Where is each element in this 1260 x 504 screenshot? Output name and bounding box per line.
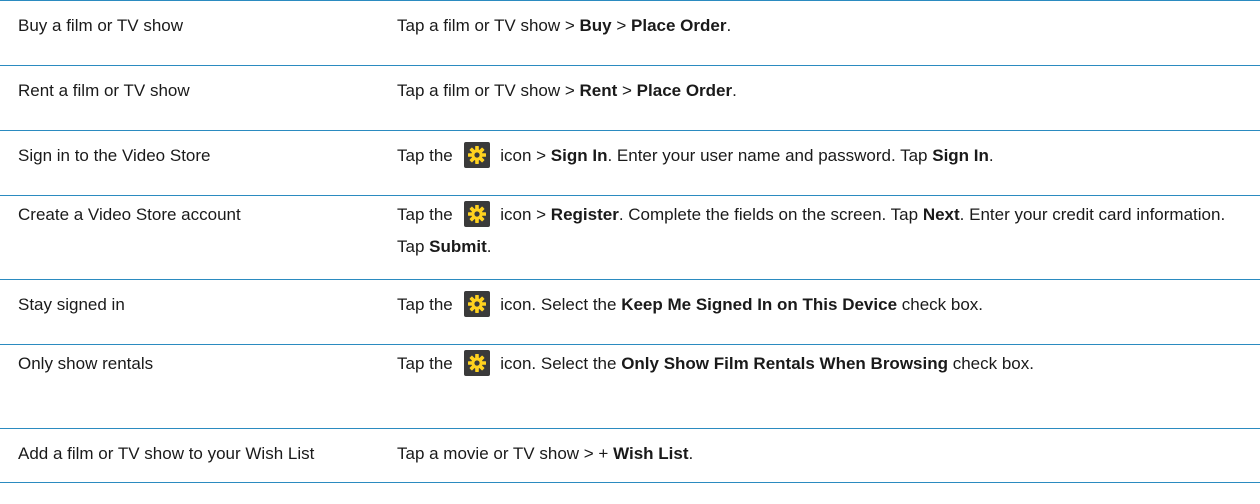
task-cell: Add a film or TV show to your Wish List (18, 444, 315, 463)
step-text: . Enter your user name and password. Tap (607, 146, 933, 165)
ui-label-bold: Submit (429, 237, 487, 256)
gear-icon (463, 350, 490, 376)
ui-label-bold: Place Order (631, 16, 727, 35)
step-text: . (732, 81, 737, 100)
step-text: check box. (897, 295, 984, 314)
table-row: Only show rentals Tap the icon. Select th… (0, 345, 1260, 429)
table-row: Buy a film or TV show Tap a film or TV sh… (0, 1, 1260, 66)
ui-label-bold: Sign In (932, 146, 989, 165)
step-text: Tap a movie or TV show > + (397, 444, 614, 463)
table-row: Stay signed in Tap the icon. Select the K… (0, 280, 1260, 345)
steps-cell: Tap the icon > Sign In. Enter your user … (397, 140, 1237, 172)
ui-label-bold: Wish List (613, 444, 689, 463)
ui-label-bold: Only Show Film Rentals When Browsing (621, 354, 948, 373)
ui-label-bold: Next (922, 205, 960, 224)
step-text: icon. Select the (495, 295, 622, 314)
ui-label-bold: Place Order (636, 81, 733, 100)
task-cell: Stay signed in (18, 295, 125, 314)
step-text: . (486, 237, 492, 256)
ui-label-bold: Keep Me Signed In on This Device (621, 295, 898, 314)
step-text: Tap the (397, 354, 458, 373)
step-text: > (617, 81, 637, 100)
steps-cell: Tap the icon. Select the Only Show Film … (397, 348, 1237, 380)
steps-cell: Tap a film or TV show > Buy > Place Orde… (397, 10, 1237, 42)
step-text: icon > (495, 205, 551, 224)
step-text: icon. Select the (495, 354, 622, 373)
steps-cell: Tap the icon. Select the Keep Me Signed … (397, 289, 1237, 321)
instructions-table: Buy a film or TV show Tap a film or TV sh… (0, 0, 1260, 483)
task-cell: Sign in to the Video Store (18, 146, 211, 165)
table-row: Rent a film or TV show Tap a film or TV s… (0, 66, 1260, 131)
step-text: > (611, 16, 632, 35)
steps-cell: Tap the icon > Register. Complete the fi… (397, 199, 1237, 263)
table-row: Create a Video Store account Tap the icon… (0, 196, 1260, 280)
ui-label-bold: Buy (579, 16, 612, 35)
step-text: Tap the (397, 205, 458, 224)
task-cell: Rent a film or TV show (18, 81, 190, 100)
gear-icon (463, 291, 490, 317)
steps-cell: Tap a movie or TV show > + Wish List. (397, 438, 1237, 470)
ui-label-bold: Sign In (550, 146, 608, 165)
step-text: Tap the (397, 295, 458, 314)
step-text: . (688, 444, 694, 463)
task-cell: Only show rentals (18, 354, 154, 373)
table-row: Sign in to the Video Store Tap the icon >… (0, 131, 1260, 196)
steps-cell: Tap a film or TV show > Rent > Place Ord… (397, 75, 1237, 107)
step-text: icon > (495, 146, 551, 165)
step-text: Tap a film or TV show > (397, 81, 580, 100)
step-text: . (726, 16, 732, 35)
step-text: check box. (948, 354, 1034, 373)
gear-icon (463, 201, 490, 227)
step-text: Tap a film or TV show > (397, 16, 580, 35)
task-cell: Create a Video Store account (18, 205, 241, 224)
task-cell: Buy a film or TV show (18, 16, 184, 35)
step-text: . (988, 146, 994, 165)
step-text: . Complete the fields on the screen. Tap (618, 205, 923, 224)
step-text: Tap the (397, 146, 458, 165)
gear-icon (463, 142, 490, 168)
ui-label-bold: Rent (579, 81, 618, 100)
table-row: Add a film or TV show to your Wish List T… (0, 429, 1260, 483)
ui-label-bold: Register (550, 205, 619, 224)
